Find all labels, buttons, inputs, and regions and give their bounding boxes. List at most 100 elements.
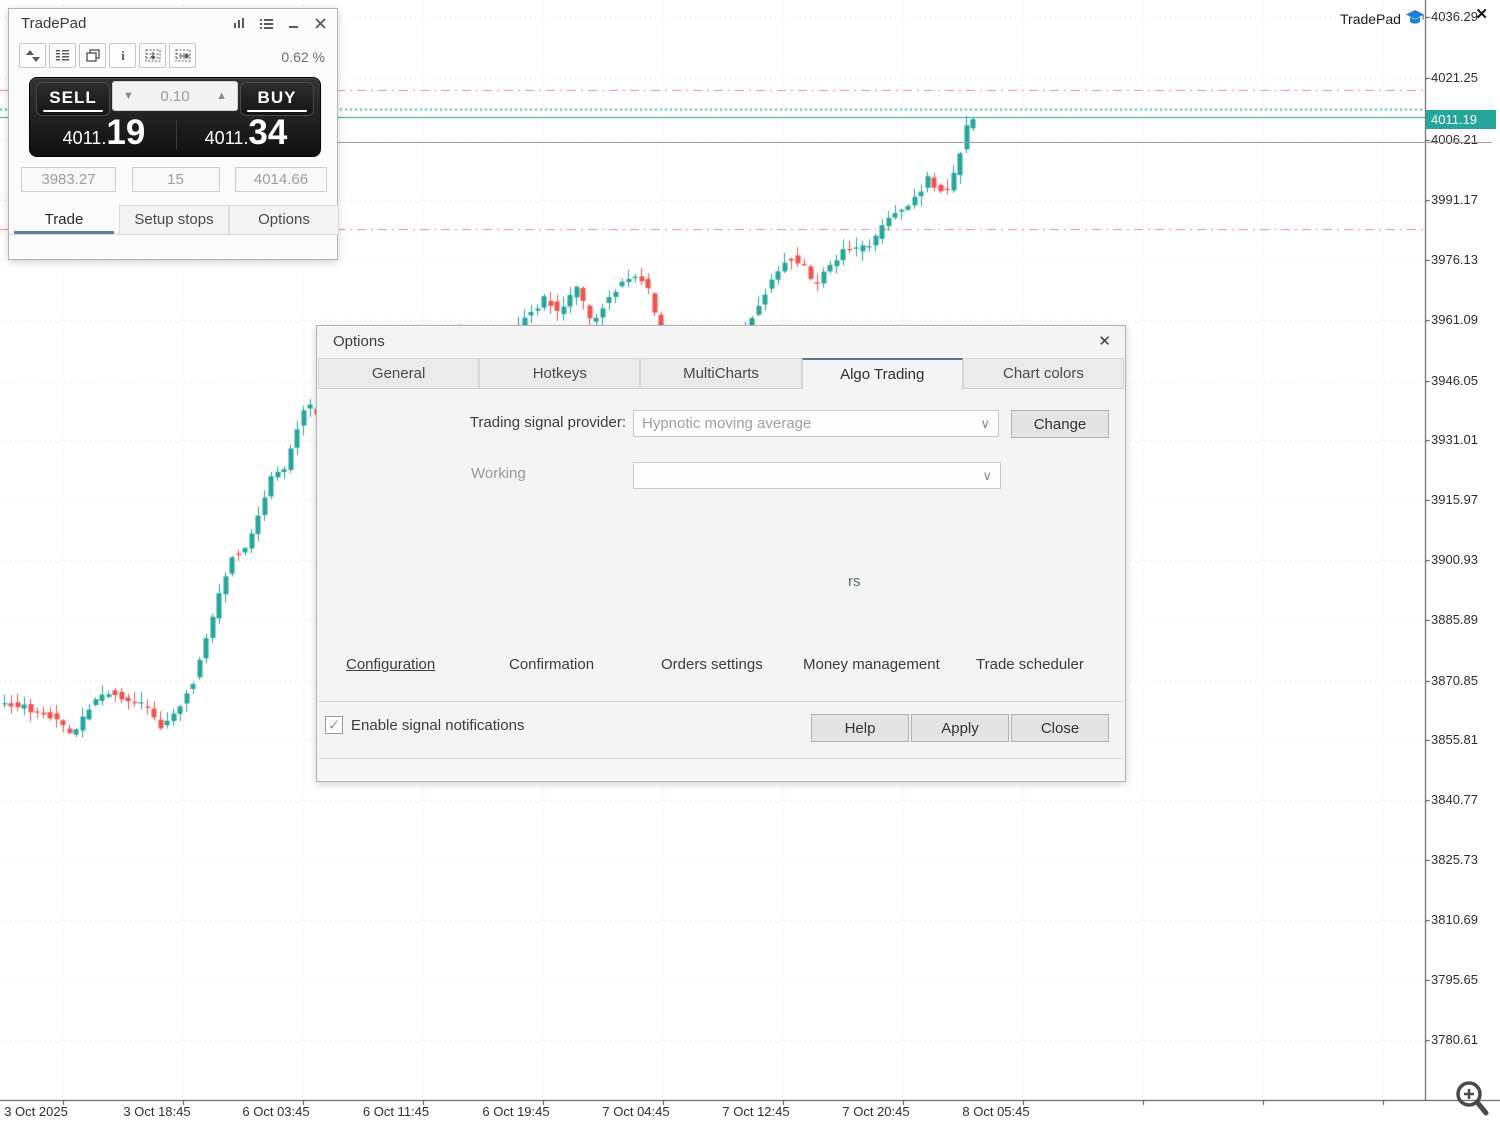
options-dialog-title: Options [333, 333, 385, 350]
time-tick-label: 7 Oct 20:45 [842, 1104, 910, 1119]
windows-icon[interactable] [79, 43, 106, 68]
close-icon[interactable] [311, 14, 329, 32]
options-link-orders-settings[interactable]: Orders settings [661, 656, 763, 673]
time-tick-label: 7 Oct 12:45 [722, 1104, 790, 1119]
price-tick-label: 3931.01 [1431, 432, 1478, 447]
tradepad-window: TradePad i 0.62 % SELL ▼ 0.10 ▲ BUY 4011… [8, 8, 339, 260]
time-tick-label: 7 Oct 04:45 [602, 1104, 670, 1119]
sell-price-pips: 19 [106, 113, 146, 152]
price-tick-label: 3780.61 [1431, 1032, 1478, 1047]
time-tick-label: 6 Oct 03:45 [242, 1104, 310, 1119]
options-tab-multicharts[interactable]: MultiCharts [640, 358, 802, 388]
buy-price-pips: 34 [248, 113, 288, 152]
working-select[interactable]: ∨ [633, 462, 1001, 489]
tradepad-tab-options[interactable]: Options [229, 205, 339, 234]
close-button[interactable]: Close [1011, 714, 1109, 742]
price-tick-label: 4021.25 [1431, 70, 1478, 85]
buy-price: 4011. 34 [178, 113, 314, 154]
signal-provider-value: Hypnotic moving average [642, 415, 812, 432]
order-field-1[interactable]: 15 [131, 167, 220, 192]
options-tab-chart-colors[interactable]: Chart colors [962, 358, 1125, 388]
order-fields: 3983.27 15 4014.66 [9, 167, 339, 192]
tradepad-tab-setup-stops[interactable]: Setup stops [119, 205, 229, 234]
order-field-2[interactable]: 4014.66 [235, 167, 327, 192]
grid-insert-down-icon[interactable] [139, 43, 166, 68]
order-field-0[interactable]: 3983.27 [21, 167, 116, 192]
graduation-cap-icon [1405, 9, 1425, 29]
sell-price-main: 4011. [62, 128, 107, 148]
options-close-icon[interactable]: ✕ [1098, 332, 1111, 350]
price-tick-label: 4006.21 [1431, 132, 1478, 147]
trading-app: 4036.29 4021.25 4006.21 3991.17 3976.13 3961.… [0, 0, 1500, 1125]
options-tab-general[interactable]: General [318, 358, 480, 388]
time-tick-label: 3 Oct 2025 [4, 1104, 68, 1119]
sell-button[interactable]: SELL [36, 82, 110, 116]
price-tick-label: 3900.93 [1431, 552, 1478, 567]
chevron-down-icon: ∨ [982, 468, 992, 483]
time-tick-label: 6 Oct 11:45 [362, 1104, 430, 1119]
tradepad-toolbar: i [19, 43, 196, 68]
options-link-money-management[interactable]: Money management [803, 656, 940, 673]
price-tick-label: 3976.13 [1431, 252, 1478, 267]
chart-logo-text: TradePad [1340, 11, 1401, 27]
minimize-icon[interactable] [284, 14, 302, 32]
price-tick-label: 3810.69 [1431, 912, 1478, 927]
volume-value[interactable]: 0.10 [160, 88, 189, 105]
options-tab-hotkeys[interactable]: Hotkeys [479, 358, 641, 388]
depth-table-icon[interactable] [49, 43, 76, 68]
chart-bars-icon[interactable] [230, 14, 248, 32]
price-tick-label: 3915.97 [1431, 492, 1478, 507]
grid-insert-right-icon[interactable] [169, 43, 196, 68]
price-tick-label: 3885.89 [1431, 612, 1478, 627]
tradepad-titlebar[interactable]: TradePad [9, 9, 337, 39]
signal-provider-select[interactable]: Hypnotic moving average ∨ [633, 410, 999, 437]
price-tick-label: 3870.85 [1431, 673, 1478, 688]
price-tick-label: 3795.65 [1431, 972, 1478, 987]
sell-button-label: SELL [49, 88, 97, 107]
price-tick-label: 3946.05 [1431, 373, 1478, 388]
working-label: Working [471, 465, 526, 482]
volume-stepper[interactable]: ▼ 0.10 ▲ [112, 81, 238, 111]
price-tick-label: 3825.73 [1431, 852, 1478, 867]
info-icon[interactable]: i [109, 43, 136, 68]
enable-notifications-label: Enable signal notifications [351, 716, 525, 734]
ma-close-icon[interactable]: ✕ [1475, 5, 1488, 23]
tradepad-title: TradePad [21, 15, 87, 32]
time-tick-label: 6 Oct 19:45 [482, 1104, 550, 1119]
price-tick-label: 4036.29 [1431, 9, 1478, 24]
current-price-tag: 4011.19 [1426, 110, 1496, 129]
time-tick-label: 3 Oct 18:45 [123, 1104, 191, 1119]
signal-provider-label: Trading signal provider: [469, 414, 626, 431]
divider [319, 701, 1123, 702]
tradepad-tabs: Trade Setup stops Options [9, 205, 339, 235]
quote-panel: SELL ▼ 0.10 ▲ BUY 4011. 19 4011. 34 [29, 77, 321, 157]
list-icon[interactable] [257, 14, 275, 32]
chevron-down-icon: ∨ [980, 416, 990, 431]
help-button[interactable]: Help [811, 714, 909, 742]
enable-notifications-checkbox[interactable]: ✓ [325, 716, 343, 734]
chart-watermark: TradePad [1340, 9, 1425, 29]
time-tick-label: 8 Oct 05:45 [962, 1104, 1030, 1119]
options-dialog: Options ✕ General Hotkeys MultiCharts Algo … [316, 325, 1126, 782]
magnifier-icon[interactable] [1453, 1078, 1491, 1123]
volume-down-icon[interactable]: ▼ [123, 90, 134, 102]
price-tick-label: 3961.09 [1431, 312, 1478, 327]
options-link-confirmation[interactable]: Confirmation [509, 656, 594, 673]
options-tab-algo-trading[interactable]: Algo Trading [801, 358, 963, 389]
order-arrows-icon[interactable] [19, 43, 46, 68]
options-link-trade-scheduler[interactable]: Trade scheduler [976, 656, 1084, 673]
dialog-footer-strip [319, 758, 1123, 781]
price-tick-label: 3991.17 [1431, 192, 1478, 207]
clipped-text-fragment: rs [848, 573, 861, 590]
svg-text:i: i [121, 49, 125, 63]
options-tabs: General Hotkeys MultiCharts Algo Trading Cha… [318, 358, 1125, 389]
change-button[interactable]: Change [1011, 410, 1109, 438]
buy-price-main: 4011. [204, 128, 249, 148]
price-tick-label: 3840.77 [1431, 792, 1478, 807]
volume-up-icon[interactable]: ▲ [216, 90, 227, 102]
tradepad-tab-trade[interactable]: Trade [9, 205, 119, 234]
options-link-configuration[interactable]: Configuration [346, 656, 435, 673]
buy-button[interactable]: BUY [240, 82, 314, 116]
price-tick-label: 3855.81 [1431, 732, 1478, 747]
apply-button[interactable]: Apply [911, 714, 1009, 742]
